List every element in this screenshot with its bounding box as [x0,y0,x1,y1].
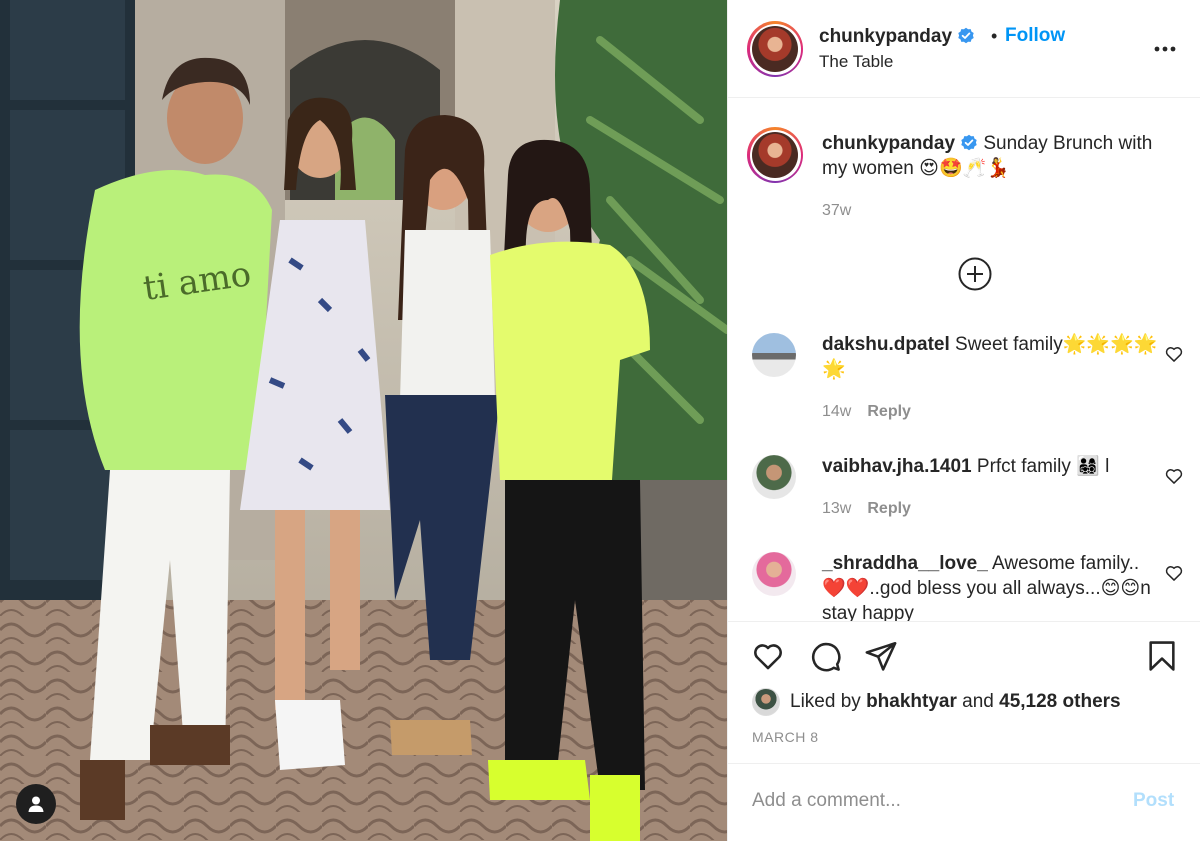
caption-avatar[interactable] [747,127,803,183]
author-username[interactable]: chunkypanday [819,26,975,48]
user-tag-button[interactable] [16,784,56,824]
comment-input[interactable] [752,784,1112,818]
commenter-avatar[interactable] [752,552,796,596]
comment-text: dakshu.dpatel Sweet family🌟🌟🌟🌟🌟 [822,332,1162,382]
commenter-username[interactable]: dakshu.dpatel [822,334,950,355]
caption-text: chunkypanday Sunday Brunch with my women… [822,131,1162,181]
reply-button[interactable]: Reply [867,403,911,420]
heart-icon[interactable] [751,639,785,673]
post-comment-button[interactable]: Post [1133,790,1174,812]
post-header: chunkypanday • Follow The Table [728,0,1200,98]
bookmark-icon[interactable] [1145,639,1179,673]
comment-icon[interactable] [808,639,842,673]
photo-illustration: ti amo [0,0,727,841]
add-comment-bar: Post [728,763,1200,841]
commenter-avatar[interactable] [752,333,796,377]
more-options-button[interactable] [1152,36,1178,62]
author-avatar[interactable] [747,21,803,77]
verified-badge-icon [961,134,977,151]
commenter-avatar[interactable] [752,455,796,499]
post-date[interactable]: MARCH 8 [752,729,819,745]
heart-icon[interactable] [1164,563,1184,583]
comments-list[interactable]: chunkypanday Sunday Brunch with my women… [728,99,1200,621]
share-icon[interactable] [864,639,898,673]
liker-avatar [752,688,780,716]
header-separator: • [991,26,998,46]
reply-button[interactable]: Reply [867,500,911,517]
likes-summary[interactable]: Liked by bhakhtyar and 45,128 others [752,688,1121,716]
user-tag-icon [28,796,44,812]
post-actions: Liked by bhakhtyar and 45,128 others MAR… [728,621,1200,763]
caption-timestamp: 37w [822,202,852,219]
post-details-panel: chunkypanday • Follow The Table chunkypa… [727,0,1200,841]
comment-text: vaibhav.jha.1401 Prfct family 👨‍👩‍👧‍👦 l [822,454,1162,479]
comment-meta: 14w Reply [822,403,911,421]
commenter-username[interactable]: _shraddha__love_ [822,553,988,574]
comment-timestamp: 14w [822,403,852,420]
heart-icon[interactable] [1164,466,1184,486]
heart-icon[interactable] [1164,344,1184,364]
liker-username[interactable]: bhakhtyar [866,691,957,713]
likes-count[interactable]: 45,128 others [999,691,1120,713]
plus-circle-icon[interactable] [957,256,993,292]
more-options-icon [1154,46,1176,52]
caption-username[interactable]: chunkypanday [822,133,955,154]
commenter-username[interactable]: vaibhav.jha.1401 [822,456,972,477]
follow-button[interactable]: Follow [1005,25,1065,47]
comment-meta: 13w Reply [822,500,911,518]
post-photo[interactable]: ti amo [0,0,727,841]
comment-timestamp: 13w [822,500,852,517]
location-link[interactable]: The Table [819,52,893,72]
comment-body: Prfct family 👨‍👩‍👧‍👦 l [976,456,1110,477]
verified-badge-icon [958,27,974,44]
comment-text: _shraddha__love_ Awesome family..❤️❤️..g… [822,551,1162,621]
